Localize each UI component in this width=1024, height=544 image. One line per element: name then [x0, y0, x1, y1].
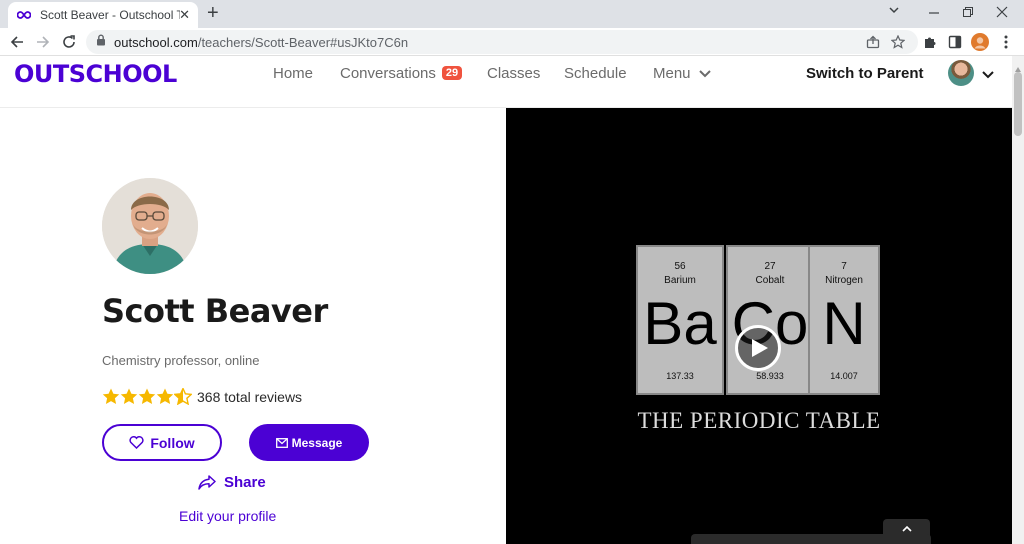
- star-icon: [138, 388, 156, 404]
- nav-home[interactable]: Home: [273, 65, 313, 82]
- user-avatar[interactable]: [948, 60, 974, 86]
- element-tile-nitrogen: 7 Nitrogen N 14.007: [808, 245, 880, 395]
- browser-toolbar: outschool.com/teachers/Scott-Beaver#usJK…: [0, 28, 1024, 56]
- conversations-count-badge: 29: [441, 66, 463, 80]
- tab-title: Scott Beaver - Outschool Teacher: [40, 8, 180, 22]
- teacher-name: Scott Beaver: [102, 292, 328, 330]
- element-tile-barium: 56 Barium Ba 137.33: [636, 245, 724, 395]
- reload-icon[interactable]: [60, 33, 78, 51]
- share-label: Share: [224, 474, 266, 491]
- atomic-mass: 137.33: [666, 371, 694, 381]
- nav-menu[interactable]: Menu: [653, 65, 711, 82]
- tab-close-icon[interactable]: ✕: [179, 7, 190, 23]
- teacher-avatar: [102, 178, 198, 274]
- nav-classes[interactable]: Classes: [487, 65, 540, 82]
- star-icon: [156, 388, 174, 404]
- video-caption: THE PERIODIC TABLE: [637, 408, 881, 433]
- teacher-profile-panel: Scott Beaver Chemistry professor, online…: [0, 108, 506, 544]
- window-close-icon[interactable]: [996, 5, 1008, 21]
- atomic-mass: 58.933: [756, 371, 784, 381]
- account-chevron-down-icon[interactable]: [982, 66, 994, 84]
- browser-tabstrip: Scott Beaver - Outschool Teacher ✕ +: [0, 0, 1024, 28]
- page-scrollbar[interactable]: [1012, 56, 1024, 544]
- nav-conversations-label: Conversations: [340, 65, 436, 82]
- element-name: Nitrogen: [825, 275, 863, 286]
- play-button[interactable]: [735, 325, 781, 371]
- restore-icon[interactable]: [962, 5, 974, 21]
- chevron-up-icon: [901, 525, 912, 532]
- message-button[interactable]: Message: [249, 424, 369, 461]
- menu-chevron-down-icon: [698, 65, 711, 82]
- edit-profile-link[interactable]: Edit your profile: [179, 508, 276, 524]
- element-symbol: Ba: [643, 290, 717, 357]
- minimize-icon[interactable]: [928, 6, 940, 22]
- atomic-mass: 14.007: [830, 371, 858, 381]
- tab-search-chevron-icon[interactable]: [888, 3, 900, 19]
- star-rating: [102, 388, 192, 405]
- intro-video-player[interactable]: 56 Barium Ba 137.33 27 Cobalt Co 58.933 …: [506, 108, 1012, 544]
- message-label: Message: [291, 435, 343, 450]
- share-page-icon[interactable]: [864, 33, 882, 51]
- video-control-bar[interactable]: [691, 534, 931, 544]
- star-icon: [102, 388, 120, 404]
- heart-icon: [129, 436, 144, 449]
- nav-conversations[interactable]: Conversations 29: [340, 65, 463, 82]
- element-tile-cobalt: 27 Cobalt Co 58.933: [726, 245, 814, 395]
- envelope-icon: [275, 437, 288, 448]
- atomic-number: 7: [841, 261, 847, 272]
- teacher-headline: Chemistry professor, online: [102, 353, 260, 368]
- outschool-logo[interactable]: OUTSCHOOL: [14, 60, 177, 88]
- site-header: OUTSCHOOL Home Conversations 29 Classes S…: [0, 56, 1012, 108]
- atomic-number: 27: [764, 261, 776, 272]
- forward-arrow-icon[interactable]: [34, 33, 52, 51]
- star-icon: [120, 388, 138, 404]
- half-star-icon: [174, 388, 192, 405]
- switch-to-parent-link[interactable]: Switch to Parent: [806, 65, 924, 82]
- nav-menu-label: Menu: [653, 65, 691, 82]
- back-arrow-icon[interactable]: [8, 33, 26, 51]
- follow-button[interactable]: Follow: [102, 424, 222, 461]
- more-options-icon[interactable]: [997, 33, 1015, 51]
- outschool-favicon-icon: [16, 7, 32, 23]
- address-bar[interactable]: outschool.com/teachers/Scott-Beaver#usJK…: [86, 30, 918, 54]
- bookmark-star-icon[interactable]: [889, 33, 907, 51]
- scrollbar-thumb[interactable]: [1014, 72, 1022, 136]
- profile-avatar-icon[interactable]: [971, 33, 989, 51]
- atomic-number: 56: [674, 261, 686, 272]
- share-arrow-icon: [198, 475, 216, 490]
- element-name: Barium: [664, 275, 696, 286]
- side-panel-icon[interactable]: [946, 33, 964, 51]
- new-tab-button[interactable]: +: [207, 3, 219, 23]
- play-icon: [751, 338, 769, 358]
- lock-icon[interactable]: [96, 33, 106, 51]
- share-button[interactable]: Share: [198, 474, 266, 491]
- element-name: Cobalt: [755, 275, 785, 286]
- follow-label: Follow: [150, 434, 195, 451]
- url-text: outschool.com/teachers/Scott-Beaver#usJK…: [114, 34, 409, 50]
- browser-tab[interactable]: Scott Beaver - Outschool Teacher ✕: [8, 2, 198, 28]
- extensions-puzzle-icon[interactable]: [921, 33, 939, 51]
- total-reviews[interactable]: 368 total reviews: [197, 389, 302, 405]
- rating-row: 368 total reviews: [102, 388, 302, 405]
- nav-schedule[interactable]: Schedule: [564, 65, 627, 82]
- element-symbol: N: [822, 290, 866, 357]
